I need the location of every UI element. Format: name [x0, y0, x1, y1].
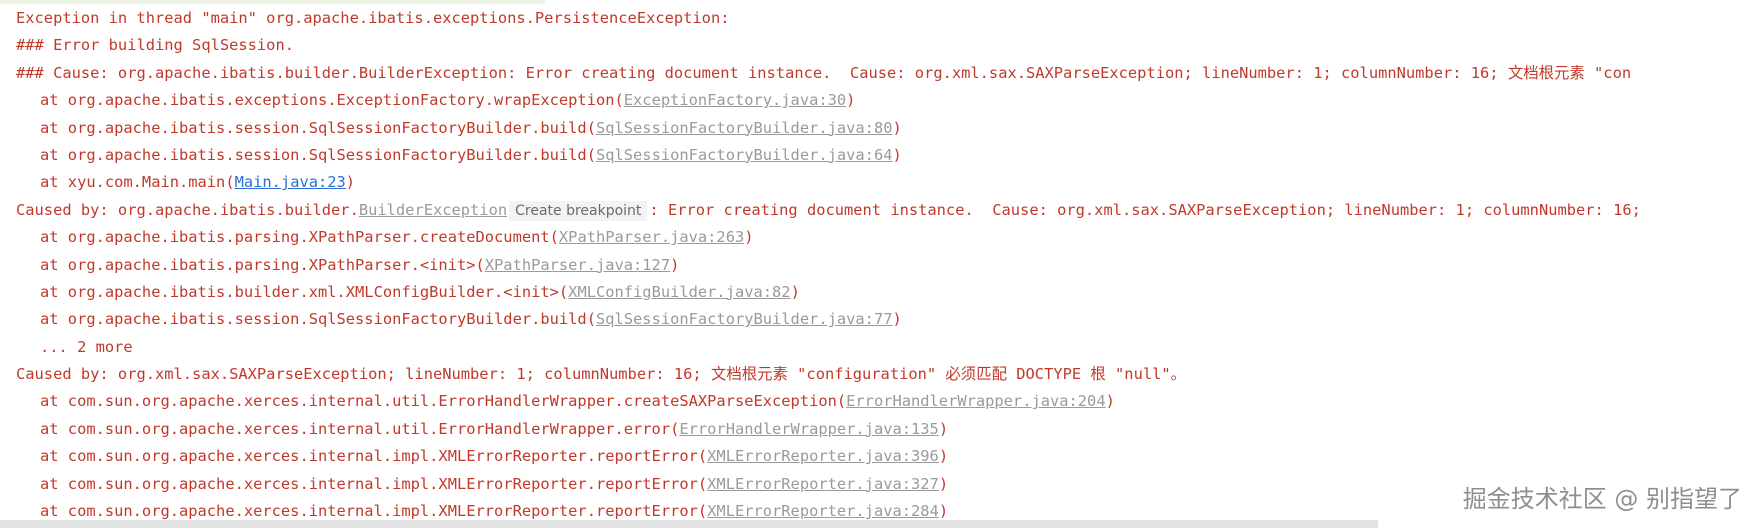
exception-class-link[interactable]: BuilderException	[359, 201, 507, 219]
frame-text: at com.sun.org.apache.xerces.internal.ut…	[40, 392, 847, 411]
caused-by-line: Caused by: org.xml.sax.SAXParseException…	[0, 361, 1760, 388]
frame-close: )	[892, 145, 902, 164]
horizontal-scrollbar[interactable]	[0, 520, 1378, 528]
frame-close: )	[670, 255, 680, 274]
frame-text: at com.sun.org.apache.xerces.internal.im…	[40, 447, 708, 466]
more-frames: ... 2 more	[0, 334, 1760, 361]
stack-frame: at org.apache.ibatis.parsing.XPathParser…	[0, 252, 1760, 279]
stack-frame: at org.apache.ibatis.session.SqlSessionF…	[0, 306, 1760, 333]
run-highlight-strip	[0, 0, 545, 4]
stack-frame: at org.apache.ibatis.session.SqlSessionF…	[0, 142, 1760, 169]
frame-text: at xyu.com.Main.main(	[40, 173, 235, 192]
frame-text: at org.apache.ibatis.builder.xml.XMLConf…	[40, 282, 569, 301]
source-link[interactable]: XMLErrorReporter.java:396	[707, 447, 939, 465]
source-link[interactable]: ExceptionFactory.java:30	[624, 91, 846, 109]
stack-frame: at com.sun.org.apache.xerces.internal.im…	[0, 443, 1760, 470]
more-frames-text: ... 2 more	[40, 337, 133, 356]
frame-text: at com.sun.org.apache.xerces.internal.ut…	[40, 419, 680, 438]
exception-text: Caused by: org.apache.ibatis.builder.	[16, 200, 359, 219]
exception-text: ### Cause: org.apache.ibatis.builder.Bui…	[16, 63, 1632, 82]
frame-close: )	[892, 310, 902, 329]
source-link[interactable]: SqlSessionFactoryBuilder.java:64	[596, 146, 893, 164]
exception-text: Exception in thread "main" org.apache.ib…	[16, 9, 730, 27]
frame-close: )	[938, 474, 949, 493]
source-link[interactable]: SqlSessionFactoryBuilder.java:77	[596, 310, 893, 328]
frame-close: )	[345, 173, 356, 192]
console-output: Exception in thread "main" org.apache.ib…	[0, 0, 1760, 528]
console-line: ### Error building SqlSession.	[0, 32, 1760, 59]
source-link[interactable]: XPathParser.java:127	[485, 256, 670, 274]
frame-text: at org.apache.ibatis.parsing.XPathParser…	[40, 255, 485, 274]
stack-frame: at com.sun.org.apache.xerces.internal.ut…	[0, 416, 1760, 443]
frame-close: )	[790, 282, 800, 301]
create-breakpoint-button[interactable]: Create breakpoint	[509, 200, 648, 221]
frame-text: at org.apache.ibatis.session.SqlSessionF…	[40, 118, 596, 137]
frame-close: )	[938, 419, 949, 438]
console-line: Exception in thread "main" org.apache.ib…	[0, 5, 1760, 32]
console-line: ### Cause: org.apache.ibatis.builder.Bui…	[0, 60, 1760, 87]
caused-by-line: Caused by: org.apache.ibatis.builder.Bui…	[0, 197, 1760, 224]
stack-frame: at org.apache.ibatis.session.SqlSessionF…	[0, 115, 1760, 142]
stack-frame: at xyu.com.Main.main(Main.java:23)	[0, 169, 1760, 196]
source-link[interactable]: XMLConfigBuilder.java:82	[568, 283, 790, 301]
source-link[interactable]: XMLErrorReporter.java:284	[707, 502, 939, 520]
frame-text: at org.apache.ibatis.exceptions.Exceptio…	[40, 91, 624, 110]
frame-text: at org.apache.ibatis.parsing.XPathParser…	[40, 228, 559, 247]
site-watermark: 掘金技术社区 @ 别指望了	[1462, 485, 1742, 513]
frame-text: at org.apache.ibatis.session.SqlSessionF…	[40, 145, 596, 164]
source-link[interactable]: ErrorHandlerWrapper.java:204	[846, 392, 1105, 410]
source-link[interactable]: ErrorHandlerWrapper.java:135	[679, 420, 938, 438]
exception-text: ### Error building SqlSession.	[16, 36, 294, 55]
frame-text: at com.sun.org.apache.xerces.internal.im…	[40, 474, 708, 493]
frame-close: )	[846, 91, 856, 110]
stack-frame: at com.sun.org.apache.xerces.internal.ut…	[0, 388, 1760, 415]
stack-frame: at org.apache.ibatis.parsing.XPathParser…	[0, 224, 1760, 251]
exception-text: : Error creating document instance. Caus…	[649, 200, 1641, 219]
stack-frame: at org.apache.ibatis.builder.xml.XMLConf…	[0, 279, 1760, 306]
source-link[interactable]: XMLErrorReporter.java:327	[707, 475, 939, 493]
source-link[interactable]: SqlSessionFactoryBuilder.java:80	[596, 119, 893, 137]
frame-text: at org.apache.ibatis.session.SqlSessionF…	[40, 310, 596, 329]
source-link-project[interactable]: Main.java:23	[235, 173, 346, 191]
frame-text: at com.sun.org.apache.xerces.internal.im…	[40, 502, 708, 521]
stack-frame: at org.apache.ibatis.exceptions.Exceptio…	[0, 87, 1760, 114]
frame-close: )	[892, 118, 902, 137]
source-link[interactable]: XPathParser.java:263	[559, 228, 744, 246]
stack-trace: Exception in thread "main" org.apache.ib…	[0, 5, 1760, 525]
exception-text: Caused by: org.xml.sax.SAXParseException…	[16, 365, 1187, 384]
frame-close: )	[938, 502, 949, 521]
frame-close: )	[1105, 392, 1115, 411]
frame-close: )	[744, 228, 754, 247]
frame-close: )	[938, 447, 949, 466]
